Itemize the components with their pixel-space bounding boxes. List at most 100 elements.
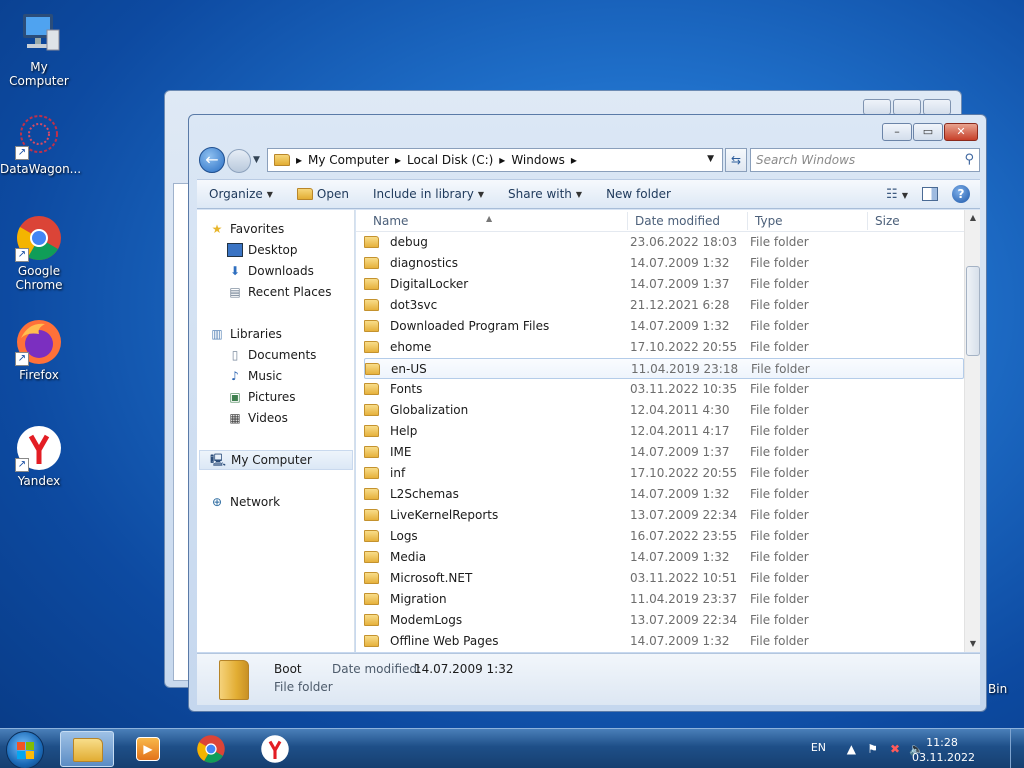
vertical-scrollbar[interactable]: ▲ ▼	[964, 210, 980, 652]
file-row[interactable]: Fonts 03.11.2022 10:35 File folder	[364, 379, 964, 400]
preview-pane-button[interactable]	[922, 187, 938, 201]
forward-button[interactable]	[227, 149, 251, 173]
nav-item-network[interactable]: ⊕ Network	[209, 492, 280, 512]
scrollbar-thumb[interactable]	[966, 266, 980, 356]
organize-button[interactable]: Organize ▼	[197, 187, 285, 201]
change-view-button[interactable]: ☷ ▼	[886, 187, 908, 202]
address-dropdown-button[interactable]: ▼	[707, 154, 714, 164]
folder-icon	[364, 320, 379, 332]
file-name: Offline Web Pages	[390, 634, 499, 648]
folder-icon	[364, 593, 379, 605]
recent-pages-dropdown[interactable]: ▼	[253, 155, 260, 165]
organize-label: Organize	[209, 187, 263, 201]
file-name: LiveKernelReports	[390, 508, 499, 522]
libraries-icon: ▥	[211, 327, 223, 341]
refresh-button[interactable]: ⇆	[725, 148, 747, 172]
include-in-library-button[interactable]: Include in library ▼	[361, 187, 496, 201]
file-row[interactable]: LiveKernelReports 13.07.2009 22:34 File fo…	[364, 505, 964, 526]
nav-item-my-computer[interactable]: 🖳 My Computer	[199, 450, 353, 470]
desktop-icon-datawagon[interactable]: ↗ DataWagon...	[0, 112, 81, 176]
taskbar-media-player-button[interactable]: ▶	[120, 731, 174, 767]
file-row[interactable]: Media 14.07.2009 1:32 File folder	[364, 547, 964, 568]
breadcrumb-local-disk[interactable]: Local Disk (C:)	[407, 153, 493, 167]
breadcrumb-separator[interactable]: ▸	[296, 153, 302, 167]
column-size[interactable]: Size	[875, 214, 900, 228]
file-row[interactable]: DigitalLocker 14.07.2009 1:37 File folder	[364, 274, 964, 295]
breadcrumb-my-computer[interactable]: My Computer	[308, 153, 389, 167]
column-name[interactable]: Name	[373, 214, 408, 228]
nav-item-documents[interactable]: ▯ Documents	[227, 345, 317, 365]
file-row[interactable]: dot3svc 21.12.2021 6:28 File folder	[364, 295, 964, 316]
file-name: DigitalLocker	[390, 277, 469, 291]
file-row[interactable]: Help 12.04.2011 4:17 File folder	[364, 421, 964, 442]
nav-item-desktop[interactable]: Desktop	[227, 240, 298, 260]
shortcut-arrow-icon: ↗	[15, 352, 29, 366]
nav-item-videos[interactable]: ▦ Videos	[227, 408, 288, 428]
minimize-button[interactable]: –	[882, 123, 912, 141]
show-hidden-icons-icon[interactable]: ▲	[847, 742, 856, 756]
taskbar-explorer-button[interactable]	[60, 731, 114, 767]
breadcrumb-separator[interactable]: ▸	[571, 153, 577, 167]
desktop-icon-yandex[interactable]: ↗ Yandex	[0, 424, 78, 488]
language-indicator[interactable]: EN	[811, 741, 826, 754]
breadcrumb-separator[interactable]: ▸	[395, 153, 401, 167]
file-row[interactable]: Downloaded Program Files 14.07.2009 1:32 F…	[364, 316, 964, 337]
file-row[interactable]: Logs 16.07.2022 23:55 File folder	[364, 526, 964, 547]
sort-ascending-icon: ▲	[486, 214, 493, 223]
nav-item-recent-places[interactable]: ▤ Recent Places	[227, 282, 331, 302]
new-folder-button[interactable]: New folder	[594, 187, 683, 201]
file-row[interactable]: Migration 11.04.2019 23:37 File folder	[364, 589, 964, 610]
nav-item-downloads[interactable]: ⬇ Downloads	[227, 261, 314, 281]
desktop-icon-my-computer[interactable]: My Computer	[0, 10, 78, 88]
back-button[interactable]: ←	[199, 147, 225, 173]
file-row[interactable]: Microsoft.NET 03.11.2022 10:51 File folder	[364, 568, 964, 589]
share-with-button[interactable]: Share with ▼	[496, 187, 594, 201]
column-divider[interactable]	[747, 212, 748, 230]
breadcrumb-separator[interactable]: ▸	[499, 153, 505, 167]
close-button[interactable]: ✕	[944, 123, 978, 141]
address-bar[interactable]: ▸ My Computer ▸ Local Disk (C:) ▸ Window…	[267, 148, 723, 172]
file-row[interactable]: ModemLogs 13.07.2009 22:34 File folder	[364, 610, 964, 631]
pictures-icon: ▣	[229, 390, 241, 404]
file-row[interactable]: inf 17.10.2022 20:55 File folder	[364, 463, 964, 484]
file-row[interactable]: Offline Web Pages 14.07.2009 1:32 File fol…	[364, 631, 964, 652]
network-disconnected-icon[interactable]: ✖	[890, 742, 900, 756]
file-row[interactable]: Globalization 12.04.2011 4:30 File folder	[364, 400, 964, 421]
recycle-bin-label[interactable]: Bin	[988, 682, 1007, 696]
explorer-window[interactable]: – ▭ ✕ ← ▼ ▸ My Computer ▸ Local Disk (C:…	[188, 114, 987, 712]
file-row[interactable]: IME 14.07.2009 1:37 File folder	[364, 442, 964, 463]
scroll-down-icon[interactable]: ▼	[965, 636, 980, 652]
column-divider[interactable]	[627, 212, 628, 230]
desktop-icon-firefox[interactable]: ↗ Firefox	[0, 318, 78, 382]
show-desktop-button[interactable]	[1010, 729, 1024, 768]
column-type[interactable]: Type	[755, 214, 783, 228]
nav-item-libraries[interactable]: ▥ Libraries	[209, 324, 282, 344]
taskbar-chrome-button[interactable]	[184, 731, 238, 767]
toolbar-right: ☷ ▼ ?	[886, 185, 970, 203]
file-row[interactable]: en-US 11.04.2019 23:18 File folder	[364, 358, 964, 379]
column-divider[interactable]	[867, 212, 868, 230]
breadcrumb-windows[interactable]: Windows	[511, 153, 565, 167]
clock[interactable]: 11:28 03.11.2022	[912, 735, 975, 765]
start-button[interactable]	[6, 731, 44, 768]
scroll-up-icon[interactable]: ▲	[965, 210, 980, 226]
search-input[interactable]: Search Windows ⚲	[750, 148, 980, 172]
taskbar-yandex-button[interactable]	[248, 731, 302, 767]
help-button[interactable]: ?	[952, 185, 970, 203]
nav-item-favorites[interactable]: ★ Favorites	[209, 219, 285, 239]
action-center-icon[interactable]: ⚑	[867, 742, 878, 756]
open-button[interactable]: Open	[285, 187, 361, 201]
desktop-icon-chrome[interactable]: ↗ Google Chrome	[0, 214, 78, 292]
file-row[interactable]: L2Schemas 14.07.2009 1:32 File folder	[364, 484, 964, 505]
maximize-button[interactable]: ▭	[913, 123, 943, 141]
file-row[interactable]: diagnostics 14.07.2009 1:32 File folder	[364, 253, 964, 274]
column-date-modified[interactable]: Date modified	[635, 214, 720, 228]
nav-item-pictures[interactable]: ▣ Pictures	[227, 387, 295, 407]
file-row[interactable]: ehome 17.10.2022 20:55 File folder	[364, 337, 964, 358]
file-name: debug	[390, 235, 428, 249]
nav-item-music[interactable]: ♪ Music	[227, 366, 282, 386]
search-icon[interactable]: ⚲	[964, 149, 974, 171]
file-row[interactable]: debug 23.06.2022 18:03 File folder	[364, 232, 964, 253]
file-type: File folder	[750, 445, 809, 459]
file-name: en-US	[391, 362, 427, 376]
